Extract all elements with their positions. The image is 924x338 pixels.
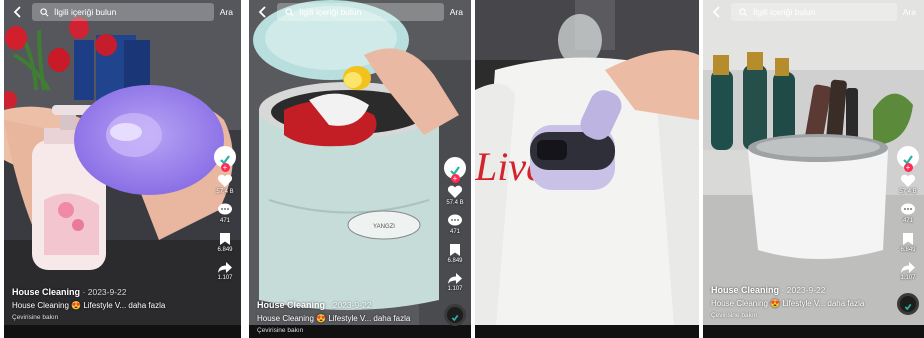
top-bar: İlgili içeriği bulun Ara	[703, 0, 924, 24]
back-icon[interactable]	[255, 4, 271, 20]
search-placeholder: İlgili içeriği bulun	[299, 7, 362, 17]
comment-count: 471	[449, 229, 460, 235]
avatar[interactable]: +	[214, 146, 236, 172]
video-caption: House Cleaning · 2023-9-22 House Cleanin…	[711, 285, 865, 319]
like-count: 57.4 B	[216, 189, 234, 195]
check-logo-icon	[904, 303, 912, 311]
share-count: 1.107	[447, 286, 463, 292]
post-date: 2023-9-22	[786, 285, 826, 295]
caption-text[interactable]: House Cleaning 😍 Lifestyle V... daha faz…	[257, 314, 410, 323]
action-rail: + 57.4 B 471 6.849 1.107	[213, 146, 237, 289]
share-icon[interactable]	[447, 272, 463, 285]
bookmark-icon[interactable]	[449, 243, 461, 257]
author-name[interactable]: House Cleaning	[12, 287, 80, 297]
translate-link[interactable]: Çevirisine bakın	[257, 327, 410, 334]
search-button[interactable]: Ara	[450, 7, 463, 17]
share-icon[interactable]	[900, 261, 916, 274]
comment-count: 471	[902, 218, 913, 224]
like-icon[interactable]	[217, 174, 233, 188]
save-count: 6.849	[900, 247, 916, 253]
comment-icon[interactable]	[447, 214, 463, 228]
translate-link[interactable]: Çevirisine bakın	[711, 312, 864, 319]
follow-plus-icon[interactable]: +	[903, 163, 913, 172]
video-scene-washer: YANGZI	[249, 0, 471, 338]
search-button[interactable]: Ara	[903, 7, 916, 17]
search-icon	[285, 7, 294, 16]
search-icon	[739, 7, 748, 16]
back-icon[interactable]	[709, 4, 725, 20]
share-count: 1.107	[900, 275, 916, 281]
follow-plus-icon[interactable]: +	[450, 174, 460, 183]
like-count: 57.4 B	[446, 200, 464, 206]
save-count: 6.849	[217, 247, 233, 253]
post-date: 2023-9-22	[332, 300, 372, 310]
caption-text[interactable]: House Cleaning 😍 Lifestyle V... daha faz…	[12, 301, 165, 310]
like-count: 57.4 B	[899, 189, 917, 195]
check-logo-icon	[451, 314, 459, 322]
like-icon[interactable]	[447, 185, 463, 199]
video-panel-1[interactable]: İlgili içeriği bulun Ara + 57.4 B 471 6.…	[4, 0, 241, 338]
video-caption: House Cleaning · 2023-9-22 House Cleanin…	[12, 287, 166, 321]
avatar[interactable]: +	[897, 146, 919, 172]
avatar[interactable]: +	[444, 157, 466, 183]
search-input[interactable]: İlgili içeriği bulun	[32, 3, 214, 21]
action-rail: + 57.4 B 471 6.849 1.107	[896, 146, 920, 315]
search-input[interactable]: İlgili içeriği bulun	[277, 3, 444, 21]
search-icon	[40, 7, 49, 16]
music-disc-icon[interactable]	[897, 293, 919, 315]
video-panel-2[interactable]: YANGZI İlgili içeriği bulun Ara + 57.4 B…	[249, 0, 471, 338]
music-disc-icon[interactable]	[444, 304, 466, 326]
top-bar: İlgili içeriği bulun Ara	[249, 0, 471, 24]
bookmark-icon[interactable]	[219, 232, 231, 246]
svg-text:YANGZI: YANGZI	[373, 224, 395, 230]
search-button[interactable]: Ara	[220, 7, 233, 17]
save-count: 6.849	[447, 258, 463, 264]
video-panel-3[interactable]: Live	[475, 0, 699, 338]
share-icon[interactable]	[217, 261, 233, 274]
comment-icon[interactable]	[217, 203, 233, 217]
video-scene-steamer: Live	[475, 0, 699, 338]
translate-link[interactable]: Çevirisine bakın	[12, 314, 165, 321]
bookmark-icon[interactable]	[902, 232, 914, 246]
back-icon[interactable]	[10, 4, 26, 20]
follow-plus-icon[interactable]: +	[220, 163, 230, 172]
action-rail: + 57.4 B 471 6.849 1.107	[443, 157, 467, 326]
search-placeholder: İlgili içeriği bulun	[54, 7, 117, 17]
like-icon[interactable]	[900, 174, 916, 188]
top-bar: İlgili içeriği bulun Ara	[4, 0, 241, 24]
search-placeholder: İlgili içeriği bulun	[753, 7, 816, 17]
author-name[interactable]: House Cleaning	[711, 285, 779, 295]
author-name[interactable]: House Cleaning	[257, 300, 325, 310]
comment-count: 471	[219, 218, 230, 224]
share-count: 1.107	[217, 275, 233, 281]
video-caption: House Cleaning · 2023-9-22 House Cleanin…	[257, 300, 411, 334]
post-date: 2023-9-22	[87, 287, 127, 297]
comment-icon[interactable]	[900, 203, 916, 217]
video-panel-4[interactable]: İlgili içeriği bulun Ara + 57.4 B 471 6.…	[703, 0, 924, 338]
caption-text[interactable]: House Cleaning 😍 Lifestyle V... daha faz…	[711, 299, 864, 308]
search-input[interactable]: İlgili içeriği bulun	[731, 3, 897, 21]
